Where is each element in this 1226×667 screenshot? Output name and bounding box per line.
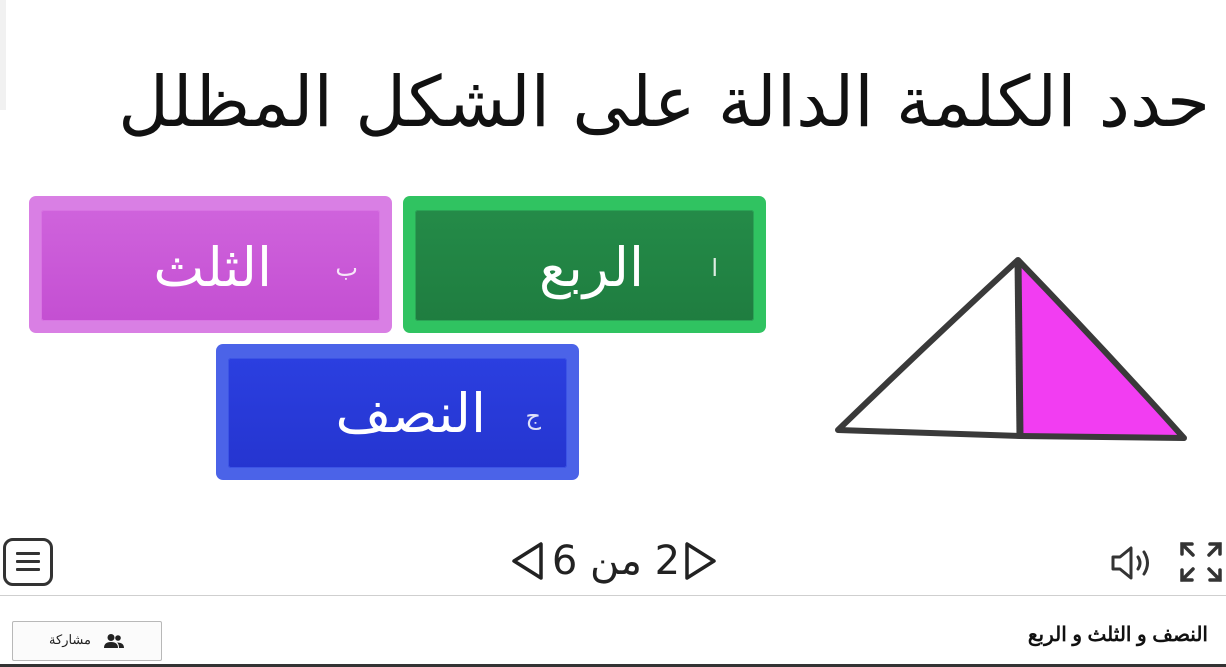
share-button[interactable]: مشاركة	[12, 621, 162, 661]
fullscreen-button[interactable]	[1178, 540, 1224, 584]
shaded-triangle-figure	[835, 257, 1187, 441]
share-button-label: مشاركة	[49, 632, 91, 647]
answer-option-b[interactable]: ب الثلث	[29, 196, 392, 333]
answer-option-c-text: النصف	[335, 382, 486, 445]
triangle-left-icon	[512, 542, 543, 580]
hamburger-line	[16, 560, 40, 563]
prev-page-button[interactable]	[510, 541, 544, 581]
answer-option-b-letter: ب	[335, 254, 358, 282]
people-icon	[104, 634, 124, 648]
activity-stage: حدد الكلمة الدالة على الشكل المظلل ا الر…	[0, 0, 1226, 667]
sound-button[interactable]	[1107, 543, 1155, 583]
answer-option-a-text: الربع	[538, 236, 644, 299]
activity-title: النصف و الثلث و الربع	[1027, 624, 1208, 646]
fullscreen-icon	[1180, 542, 1222, 582]
answer-option-a-letter: ا	[711, 254, 718, 282]
left-edge-strip	[0, 0, 6, 110]
speaker-icon	[1111, 546, 1149, 580]
triangle-divider	[1014, 259, 1024, 437]
footer-divider	[0, 595, 1226, 596]
hamburger-line	[16, 568, 40, 571]
page-counter: 2 من 6	[551, 538, 681, 584]
answer-option-c[interactable]: ج النصف	[216, 344, 579, 480]
page-navigation: 2 من 6	[510, 536, 722, 586]
hamburger-menu-icon	[16, 552, 40, 555]
answer-option-b-text: الثلث	[153, 236, 272, 299]
question-text: حدد الكلمة الدالة على الشكل المظلل	[118, 61, 1210, 143]
triangle-right-icon	[685, 542, 716, 580]
menu-button[interactable]	[3, 538, 53, 586]
next-page-button[interactable]	[684, 541, 718, 581]
answer-option-c-letter: ج	[525, 402, 542, 430]
answer-option-a[interactable]: ا الربع	[403, 196, 766, 333]
